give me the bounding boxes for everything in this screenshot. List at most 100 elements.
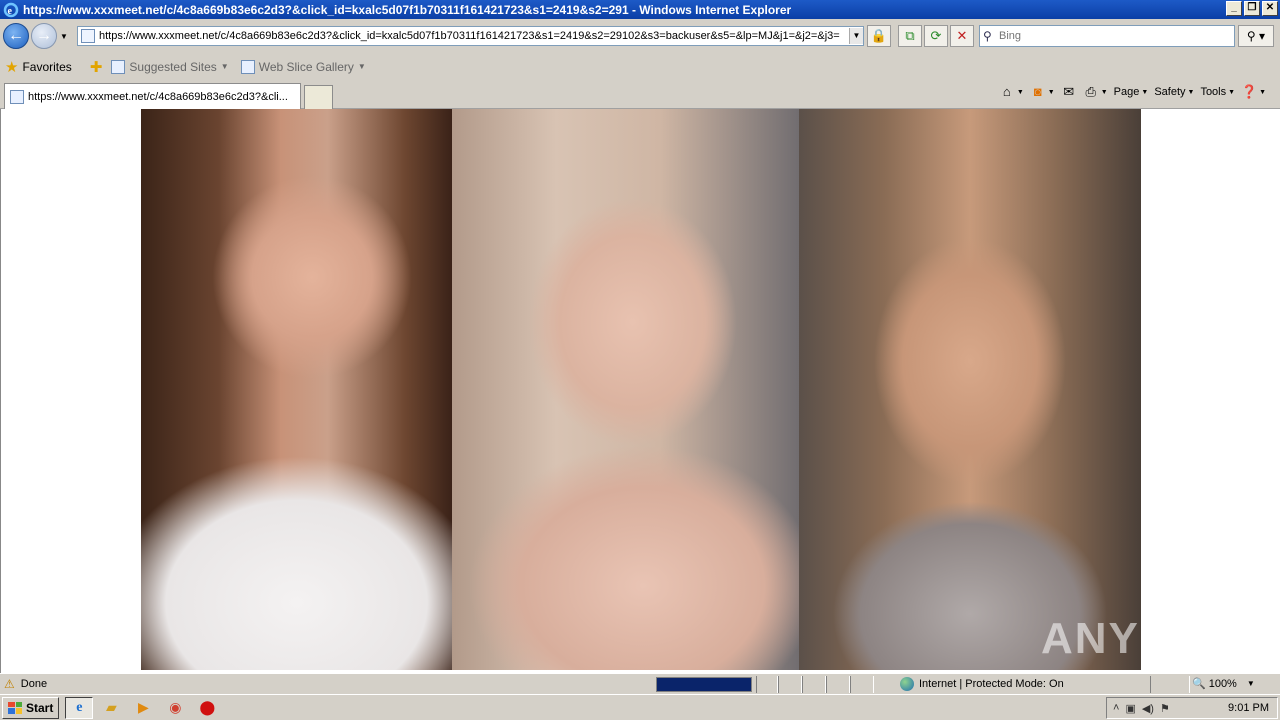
stop-icon[interactable]: ✕ bbox=[950, 25, 974, 47]
zoom-icon: 🔍 bbox=[1192, 678, 1206, 690]
volume-icon[interactable]: ◀) bbox=[1142, 702, 1154, 715]
close-window-button[interactable]: ✕ bbox=[1262, 1, 1278, 16]
ie-logo-icon: e bbox=[3, 2, 19, 18]
zoom-control[interactable]: 🔍 100% ▼ bbox=[1192, 677, 1255, 691]
action-center-flag-icon[interactable]: ⚑ bbox=[1160, 702, 1170, 715]
taskbar-explorer-button[interactable]: ▰ bbox=[97, 697, 125, 719]
warning-icon: ⚠ bbox=[4, 677, 15, 691]
anyrun-watermark: ANY RUN bbox=[1041, 614, 1255, 663]
search-button[interactable]: ⚲ ▾ bbox=[1238, 25, 1274, 47]
taskbar-app-button[interactable]: ⬤ bbox=[193, 697, 221, 719]
new-tab-button[interactable] bbox=[304, 85, 333, 109]
status-bar: ⚠ Done Internet | Protected Mode: On 🔍 1… bbox=[0, 673, 1280, 694]
page-menu[interactable]: Page ▼ bbox=[1114, 86, 1149, 98]
add-favorites-button[interactable]: ✚ bbox=[90, 58, 107, 76]
home-button[interactable]: ⌂ ▼ bbox=[999, 84, 1024, 100]
ie-page-icon bbox=[111, 59, 126, 74]
taskbar-ie-button[interactable]: e bbox=[65, 696, 94, 719]
mail-button[interactable]: ✉ bbox=[1061, 84, 1077, 100]
chevron-down-icon: ▼ bbox=[357, 62, 366, 71]
lock-icon[interactable]: 🔒 bbox=[867, 25, 891, 47]
search-box[interactable]: ⚲ bbox=[979, 25, 1235, 47]
mail-icon: ✉ bbox=[1063, 84, 1075, 99]
web-slice-gallery-button[interactable]: Web Slice Gallery ▼ bbox=[240, 59, 366, 74]
command-bar: ⌂ ▼ ◙ ▼ ✉ ⎙ ▼ Page ▼ Safety ▼ Tools ▼ ❓ ▼ bbox=[999, 84, 1280, 100]
start-label: Start bbox=[26, 700, 54, 715]
safety-menu-label: Safety bbox=[1154, 86, 1186, 98]
progress-fill bbox=[657, 678, 751, 691]
tools-menu-label: Tools bbox=[1200, 86, 1227, 98]
status-segment bbox=[756, 676, 778, 693]
network-icon[interactable]: ▣ bbox=[1125, 702, 1135, 715]
ie-page-icon bbox=[240, 59, 255, 74]
status-text: Done bbox=[20, 678, 48, 690]
search-provider-icon: ⚲ bbox=[983, 29, 992, 43]
stop-sign-icon: ⬤ bbox=[199, 699, 216, 715]
refresh-icon[interactable]: ⟳ bbox=[924, 25, 948, 47]
address-bar[interactable]: https://www.xxxmeet.net/c/4c8a669b83e6c2… bbox=[77, 26, 864, 46]
taskbar-media-player-button[interactable]: ▶ bbox=[129, 697, 157, 719]
navigation-bar: ← → ▼ https://www.xxxmeet.net/c/4c8a669b… bbox=[0, 19, 1280, 53]
back-button[interactable]: ← bbox=[3, 23, 29, 49]
ie-icon: e bbox=[76, 699, 83, 715]
clock[interactable]: 9:01 PM bbox=[1228, 702, 1269, 714]
page-menu-label: Page bbox=[1113, 86, 1140, 98]
status-segment bbox=[850, 676, 874, 693]
restore-button[interactable]: ❐ bbox=[1244, 1, 1260, 16]
page-icon bbox=[81, 29, 95, 43]
favorites-button[interactable]: ★ Favorites bbox=[5, 58, 72, 76]
help-icon: ❓ bbox=[1241, 84, 1258, 99]
rss-icon: ◙ bbox=[1033, 84, 1042, 99]
profile-photo-3[interactable] bbox=[799, 109, 1141, 670]
title-bar: e https://www.xxxmeet.net/c/4c8a669b83e6… bbox=[0, 0, 1280, 19]
status-segment bbox=[778, 676, 802, 693]
safety-menu[interactable]: Safety ▼ bbox=[1154, 86, 1194, 98]
zoom-level: 100% bbox=[1208, 677, 1237, 690]
suggested-sites-label: Suggested Sites bbox=[129, 59, 217, 74]
chevron-down-icon: ▼ bbox=[220, 62, 229, 71]
forward-button[interactable]: → bbox=[31, 23, 57, 49]
system-tray: ˄ ▣ ◀) ⚑ 9:01 PM bbox=[1106, 697, 1278, 719]
feeds-button[interactable]: ◙ ▼ bbox=[1030, 84, 1055, 100]
status-segment bbox=[802, 676, 826, 693]
profile-photo-1[interactable] bbox=[141, 109, 452, 670]
progress-bar bbox=[656, 677, 752, 692]
search-input[interactable] bbox=[999, 30, 1219, 42]
security-zone[interactable]: Internet | Protected Mode: On bbox=[900, 677, 1064, 691]
start-button[interactable]: Start bbox=[2, 696, 60, 719]
profile-photo-2[interactable] bbox=[452, 109, 799, 670]
taskbar-chrome-button[interactable]: ◉ bbox=[161, 697, 189, 719]
tab-title: https://www.xxxmeet.net/c/4c8a669b83e6c2… bbox=[28, 90, 288, 103]
show-hidden-icons-icon[interactable]: ˄ bbox=[1113, 702, 1119, 715]
ie-page-icon bbox=[10, 89, 24, 104]
print-button[interactable]: ⎙ ▼ bbox=[1083, 84, 1108, 100]
window-title: https://www.xxxmeet.net/c/4c8a669b83e6c2… bbox=[23, 2, 792, 17]
tools-menu[interactable]: Tools ▼ bbox=[1200, 86, 1235, 98]
home-icon: ⌂ bbox=[1002, 84, 1011, 99]
recent-pages-dropdown[interactable]: ▼ bbox=[59, 32, 69, 41]
web-slice-gallery-label: Web Slice Gallery bbox=[258, 59, 354, 74]
star-icon: ★ bbox=[5, 58, 19, 76]
chrome-icon: ◉ bbox=[169, 699, 182, 715]
print-icon: ⎙ bbox=[1085, 84, 1096, 99]
tab-bar: https://www.xxxmeet.net/c/4c8a669b83e6c2… bbox=[0, 80, 1280, 109]
zone-text: Internet | Protected Mode: On bbox=[919, 678, 1064, 690]
compatibility-view-icon[interactable]: ⧉ bbox=[898, 25, 922, 47]
status-segment bbox=[826, 676, 850, 693]
favorites-label: Favorites bbox=[22, 59, 72, 74]
tab-active[interactable]: https://www.xxxmeet.net/c/4c8a669b83e6c2… bbox=[4, 83, 301, 109]
folder-icon: ▰ bbox=[105, 699, 117, 715]
windows-logo-icon bbox=[8, 701, 22, 714]
chevron-down-icon: ▼ bbox=[1246, 679, 1255, 688]
add-to-favorites-icon: ✚ bbox=[89, 58, 103, 76]
favorites-bar: ★ Favorites ✚ Suggested Sites ▼ Web Slic… bbox=[0, 53, 1280, 80]
svg-text:e: e bbox=[8, 6, 13, 17]
protected-mode-toggle[interactable] bbox=[1150, 676, 1190, 693]
minimize-button[interactable]: _ bbox=[1226, 1, 1242, 16]
address-dropdown-button[interactable]: ▼ bbox=[849, 28, 863, 44]
help-button[interactable]: ❓ ▼ bbox=[1241, 84, 1266, 100]
taskbar: Start e ▰ ▶ ◉ ⬤ ˄ ▣ ◀) ⚑ 9:01 PM bbox=[0, 694, 1280, 720]
page-content: ANY RUN bbox=[0, 109, 1280, 673]
address-url[interactable]: https://www.xxxmeet.net/c/4c8a669b83e6c2… bbox=[99, 30, 849, 42]
suggested-sites-button[interactable]: Suggested Sites ▼ bbox=[111, 59, 229, 74]
